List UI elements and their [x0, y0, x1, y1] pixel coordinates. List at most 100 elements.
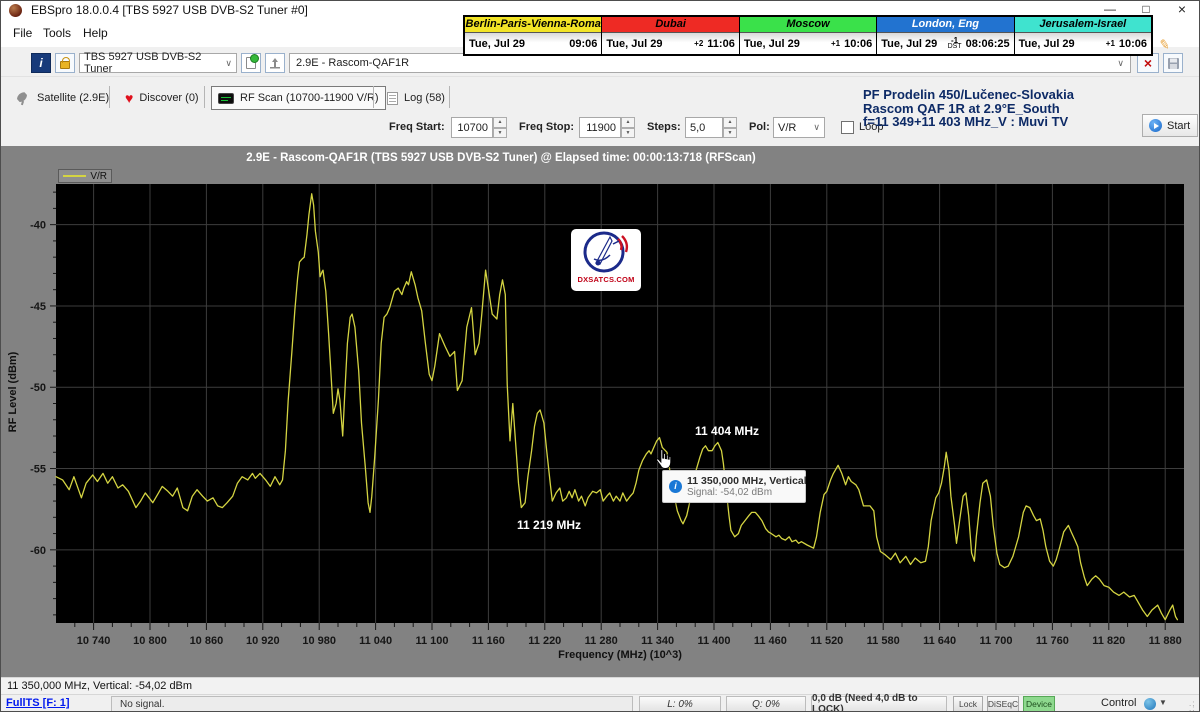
dxsatcs-logo: DXSATCS.COM: [571, 229, 641, 291]
control-dropdown-caret[interactable]: ▼: [1159, 698, 1167, 707]
clock-berlin: Berlin-Paris-Vienna-Roma Tue, Jul 29 09:…: [465, 17, 602, 54]
freq-start-stepper[interactable]: ▲▼: [493, 117, 507, 138]
steps-input[interactable]: 5,0: [685, 117, 723, 138]
save-button[interactable]: [1163, 53, 1183, 73]
clock-utc-offset: +1: [831, 41, 840, 47]
info-button[interactable]: i: [31, 53, 51, 73]
loop-checkbox[interactable]: [841, 121, 854, 134]
legend-label: V/R: [90, 171, 107, 182]
satellite-dish-icon: [15, 91, 31, 106]
svg-text:10 800: 10 800: [133, 635, 167, 647]
level-field: L: 0%: [639, 696, 721, 712]
lock-icon: [60, 61, 70, 69]
ebspro-window: EBSpro 18.0.0.4 [TBS 5927 USB DVB-S2 Tun…: [0, 0, 1200, 712]
device-button[interactable]: Device: [1023, 696, 1055, 712]
tab-log[interactable]: Log (58): [381, 86, 451, 110]
status-readout: 11 350,000 MHz, Vertical: -54,02 dBm: [7, 680, 192, 692]
page-add-icon: [246, 57, 256, 69]
play-icon: [1149, 119, 1162, 132]
steps-stepper[interactable]: ▲▼: [723, 117, 737, 138]
antenna-info-panel: PF Prodelin 450/Lučenec-Slovakia Rascom …: [863, 88, 1074, 129]
svg-text:11 760: 11 760: [1036, 635, 1069, 647]
delete-button[interactable]: ×: [1137, 53, 1159, 73]
dxsatcs-logo-text: DXSATCS.COM: [577, 275, 634, 284]
antenna-button[interactable]: [265, 53, 285, 73]
annotation-11219: 11 219 MHz: [517, 518, 581, 532]
tab-satellite[interactable]: Satellite (2.9E): [9, 86, 115, 110]
svg-text:-60: -60: [30, 545, 46, 557]
info-icon: i: [669, 480, 682, 493]
heart-icon: ♥: [125, 92, 133, 104]
svg-text:11 820: 11 820: [1092, 635, 1125, 647]
lock-settings-button[interactable]: [55, 53, 75, 73]
satellite-combo-value: 2.9E - Rascom-QAF1R: [296, 57, 409, 69]
svg-text:11 400: 11 400: [697, 635, 730, 647]
svg-text:-50: -50: [30, 382, 46, 394]
chart-legend: V/R: [58, 169, 112, 183]
control-icon[interactable]: [1144, 698, 1156, 710]
lock-button[interactable]: Lock: [953, 696, 983, 712]
svg-text:11 580: 11 580: [867, 635, 900, 647]
svg-text:11 100: 11 100: [415, 635, 448, 647]
start-button[interactable]: Start: [1142, 114, 1198, 137]
svg-text:11 880: 11 880: [1149, 635, 1182, 647]
diseqc-button[interactable]: DiSEqC: [987, 696, 1019, 712]
satellite-combo[interactable]: 2.9E - Rascom-QAF1R ∨: [289, 53, 1131, 73]
tab-separator: [204, 86, 205, 108]
log-document-icon: [387, 92, 398, 105]
annotation-11404: 11 404 MHz: [695, 424, 759, 438]
world-clocks: Berlin-Paris-Vienna-Roma Tue, Jul 29 09:…: [463, 15, 1153, 56]
tuner-select[interactable]: TBS 5927 USB DVB-S2 Tuner ∨: [79, 53, 237, 73]
svg-text:11 520: 11 520: [810, 635, 843, 647]
menu-help[interactable]: Help: [79, 24, 112, 42]
new-entry-button[interactable]: [241, 53, 261, 73]
clock-time: 09:06: [569, 38, 597, 50]
clock-utc-offset: +2: [694, 41, 703, 47]
legend-line-swatch: [63, 175, 86, 177]
spectrum-plot[interactable]: 10 74010 80010 86010 92010 98011 04011 1…: [1, 146, 1200, 677]
tab-label: Log (58): [404, 92, 445, 104]
clock-dst-label: DST: [948, 44, 962, 50]
pol-label: Pol:: [749, 121, 770, 133]
tab-separator: [109, 86, 110, 108]
freq-start-input[interactable]: 10700: [451, 117, 493, 138]
bottom-status-bar: FullTS [F: 1] No signal. L: 0% Q: 0% 0,0…: [1, 694, 1200, 712]
clock-date: Tue, Jul 29: [606, 38, 662, 50]
x-axis-title: Frequency (MHz) (10^3): [420, 649, 820, 661]
clock-time: 10:06: [844, 38, 872, 50]
clock-date: Tue, Jul 29: [744, 38, 800, 50]
svg-text:10 980: 10 980: [302, 635, 336, 647]
freq-stop-input[interactable]: 11900: [579, 117, 621, 138]
rf-scan-icon: [218, 93, 234, 104]
clock-utc-offset: +1: [1106, 41, 1115, 47]
snr-field: 0,0 dB (Need 4,0 dB to LOCK): [811, 696, 947, 712]
tab-label: RF Scan (10700-11900 V/R): [240, 92, 379, 104]
pol-select[interactable]: V/R ∨: [773, 117, 825, 138]
clock-city-label: Moscow: [740, 17, 876, 33]
svg-text:11 280: 11 280: [585, 635, 618, 647]
svg-text:11 700: 11 700: [979, 635, 1012, 647]
menu-tools[interactable]: Tools: [39, 24, 75, 42]
signal-message-field: No signal.: [111, 696, 633, 712]
close-button[interactable]: ×: [1165, 1, 1199, 18]
clock-date: Tue, Jul 29: [469, 38, 525, 50]
tooltip-frequency: 11 350,000 MHz, Vertical: [687, 475, 807, 487]
tooltip-signal: Signal: -54,02 dBm: [687, 487, 807, 498]
resize-grip[interactable]: .:.:: [1189, 701, 1197, 711]
svg-text:-40: -40: [30, 220, 46, 232]
app-icon: [9, 4, 22, 17]
svg-text:11 220: 11 220: [528, 635, 561, 647]
svg-text:11 460: 11 460: [754, 635, 787, 647]
clock-time: 10:06: [1119, 38, 1147, 50]
signal-tooltip: i 11 350,000 MHz, Vertical Signal: -54,0…: [662, 470, 806, 503]
freq-stop-stepper[interactable]: ▲▼: [621, 117, 635, 138]
tab-rf-scan[interactable]: RF Scan (10700-11900 V/R): [211, 86, 386, 110]
menu-file[interactable]: File: [9, 24, 36, 42]
tab-discover[interactable]: ♥ Discover (0): [119, 86, 205, 110]
svg-text:10 920: 10 920: [246, 635, 280, 647]
svg-text:10 740: 10 740: [77, 635, 111, 647]
fullts-link[interactable]: FullTS [F: 1]: [6, 697, 70, 709]
rf-scan-chart: 2.9E - Rascom-QAF1R (TBS 5927 USB DVB-S2…: [1, 146, 1200, 677]
freq-stop-label: Freq Stop:: [519, 121, 574, 133]
svg-text:10 860: 10 860: [190, 635, 224, 647]
